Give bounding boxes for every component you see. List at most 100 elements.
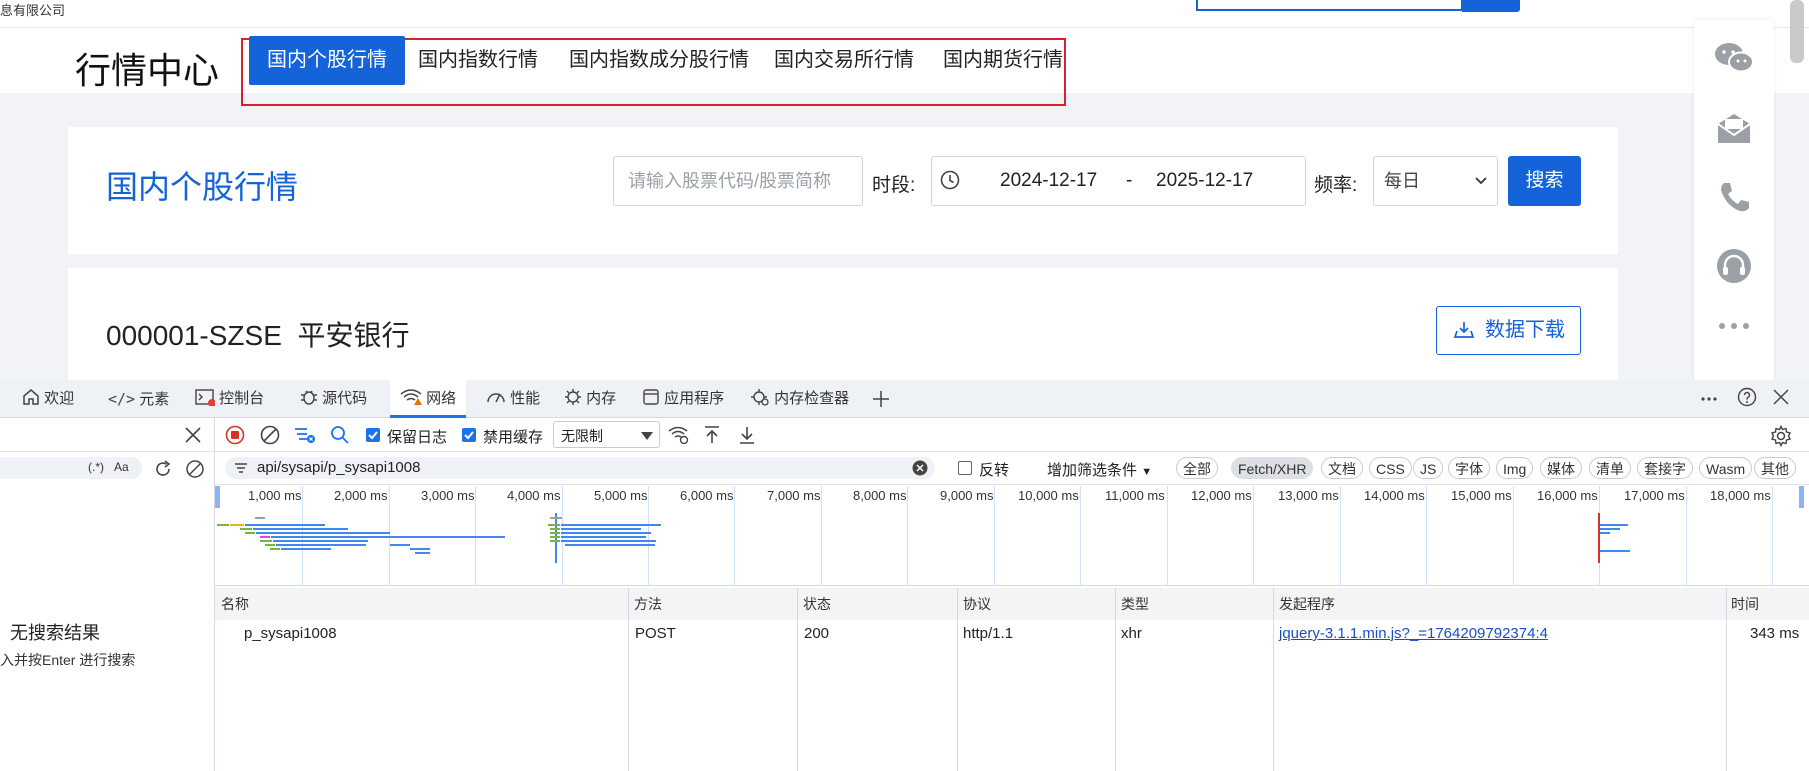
export-har-icon[interactable] xyxy=(738,425,756,445)
clear-filter-icon[interactable] xyxy=(912,460,928,476)
mail-icon[interactable] xyxy=(1716,110,1752,146)
wechat-icon[interactable] xyxy=(1713,40,1755,76)
record-stop-icon[interactable] xyxy=(225,425,245,445)
tab-sources-label: 源代码 xyxy=(322,390,368,407)
chip-socket[interactable]: 套接字 xyxy=(1637,457,1693,479)
tab-stock-quotes[interactable]: 国内个股行情 xyxy=(249,36,405,85)
brand-title: 行情中心 xyxy=(75,50,220,91)
chip-wasm[interactable]: Wasm xyxy=(1699,457,1753,479)
column-divider[interactable] xyxy=(1273,588,1274,771)
invert-label: 反转 xyxy=(979,462,1010,479)
row-initiator-link[interactable]: jquery-3.1.1.min.js?_=1764209792374:4 xyxy=(1279,620,1548,648)
disable-cache-label: 禁用缓存 xyxy=(483,429,544,446)
more-filters-dropdown[interactable]: 增加筛选条件 ▼ xyxy=(1047,459,1152,480)
phone-icon[interactable] xyxy=(1718,180,1752,214)
column-divider[interactable] xyxy=(628,588,629,771)
tab-performance[interactable]: 性能 xyxy=(478,380,548,418)
network-conditions-icon[interactable] xyxy=(668,425,690,445)
col-status[interactable]: 状态 xyxy=(803,588,831,620)
date-start[interactable]: 2024-12-17 xyxy=(1000,170,1097,192)
timeline-tick: 15,000 ms xyxy=(1451,488,1512,503)
add-tab-icon[interactable] xyxy=(872,390,890,408)
clear-log-icon[interactable] xyxy=(260,425,280,445)
timeline-tick: 6,000 ms xyxy=(680,488,734,503)
more-options-icon[interactable] xyxy=(1700,390,1718,408)
stock-search-input[interactable]: 请输入股票代码/股票简称 xyxy=(613,156,863,206)
col-initiator[interactable]: 发起程序 xyxy=(1279,588,1335,620)
clear-search-icon[interactable] xyxy=(185,459,205,479)
site-search-button[interactable] xyxy=(1462,0,1520,12)
filter-settings-icon[interactable] xyxy=(294,425,316,445)
tab-console-label: 控制台 xyxy=(219,390,265,407)
tab-index-quotes[interactable]: 国内指数行情 xyxy=(400,36,556,85)
tab-memory[interactable]: 内存 xyxy=(556,380,624,418)
timeline-handle-left[interactable] xyxy=(215,486,220,508)
col-type[interactable]: 类型 xyxy=(1121,588,1149,620)
tab-console[interactable]: 控制台 xyxy=(187,380,272,418)
col-protocol[interactable]: 协议 xyxy=(963,588,991,620)
site-search-input[interactable] xyxy=(1196,0,1463,11)
tab-elements[interactable]: </> 元素 xyxy=(100,380,177,418)
window-icon xyxy=(642,388,660,406)
invert-checkbox[interactable] xyxy=(958,461,972,475)
regex-toggle[interactable]: (.*) xyxy=(88,460,104,474)
tab-application[interactable]: 应用程序 xyxy=(634,380,732,418)
column-divider[interactable] xyxy=(957,588,958,771)
tab-network[interactable]: 网络 xyxy=(390,380,467,418)
chip-other[interactable]: 其他 xyxy=(1754,457,1796,479)
more-filters-label: 增加筛选条件 xyxy=(1047,462,1138,479)
tab-exchange-quotes[interactable]: 国内交易所行情 xyxy=(756,36,932,85)
col-method[interactable]: 方法 xyxy=(634,588,662,620)
close-devtools-icon[interactable] xyxy=(1773,389,1789,405)
timeline-tick: 13,000 ms xyxy=(1278,488,1339,503)
timeline-tick: 5,000 ms xyxy=(594,488,648,503)
timeline-tick: 1,000 ms xyxy=(248,488,302,503)
more-icon[interactable] xyxy=(1718,322,1750,330)
chip-all[interactable]: 全部 xyxy=(1176,457,1218,479)
chip-fetch-xhr[interactable]: Fetch/XHR xyxy=(1231,457,1314,479)
disable-cache-checkbox[interactable] xyxy=(462,428,476,442)
refresh-icon[interactable] xyxy=(153,459,173,479)
chip-media[interactable]: 媒体 xyxy=(1540,457,1582,479)
timeline-tick: 12,000 ms xyxy=(1191,488,1252,503)
import-har-icon[interactable] xyxy=(703,425,721,445)
column-divider[interactable] xyxy=(1115,588,1116,771)
row-name[interactable]: p_sysapi1008 xyxy=(244,620,337,648)
row-status: 200 xyxy=(804,625,830,642)
tab-welcome[interactable]: 欢迎 xyxy=(14,380,82,418)
case-toggle[interactable]: Aa xyxy=(114,460,129,474)
console-icon xyxy=(195,388,215,406)
col-time[interactable]: 时间 xyxy=(1731,588,1759,620)
close-search-icon[interactable] xyxy=(184,426,202,444)
memory-inspector-icon xyxy=(750,388,770,406)
tab-memory-inspector[interactable]: 内存检查器 xyxy=(742,380,857,418)
tab-futures-quotes[interactable]: 国内期货行情 xyxy=(925,36,1081,85)
timeline-tick: 2,000 ms xyxy=(334,488,388,503)
chip-doc[interactable]: 文档 xyxy=(1321,457,1363,479)
tab-memory-label: 内存 xyxy=(586,390,617,407)
chip-css[interactable]: CSS xyxy=(1369,457,1412,479)
column-divider[interactable] xyxy=(1726,588,1727,771)
throttle-select[interactable]: 无限制 xyxy=(553,421,660,448)
timeline-handle-right[interactable] xyxy=(1799,486,1804,508)
date-end[interactable]: 2025-12-17 xyxy=(1156,170,1253,192)
help-icon[interactable] xyxy=(1737,387,1757,407)
page-scrollbar[interactable] xyxy=(1790,0,1804,63)
preserve-log-checkbox[interactable] xyxy=(366,428,380,442)
chip-font[interactable]: 字体 xyxy=(1448,457,1490,479)
row-type: xhr xyxy=(1121,625,1142,642)
home-icon xyxy=(22,388,40,406)
chip-img[interactable]: Img xyxy=(1496,457,1534,479)
panel-title: 国内个股行情 xyxy=(106,169,299,205)
download-icon xyxy=(1453,319,1475,341)
chip-manifest[interactable]: 清单 xyxy=(1589,457,1631,479)
tab-index-constituents[interactable]: 国内指数成分股行情 xyxy=(551,36,767,85)
column-divider[interactable] xyxy=(797,588,798,771)
support-headset-icon[interactable] xyxy=(1716,248,1752,284)
col-name[interactable]: 名称 xyxy=(221,588,249,620)
chip-js[interactable]: JS xyxy=(1413,457,1444,479)
search-icon[interactable] xyxy=(330,425,350,445)
tab-sources[interactable]: 源代码 xyxy=(292,380,375,418)
settings-gear-icon[interactable] xyxy=(1770,425,1792,447)
search-button[interactable]: 搜索 xyxy=(1508,156,1581,206)
